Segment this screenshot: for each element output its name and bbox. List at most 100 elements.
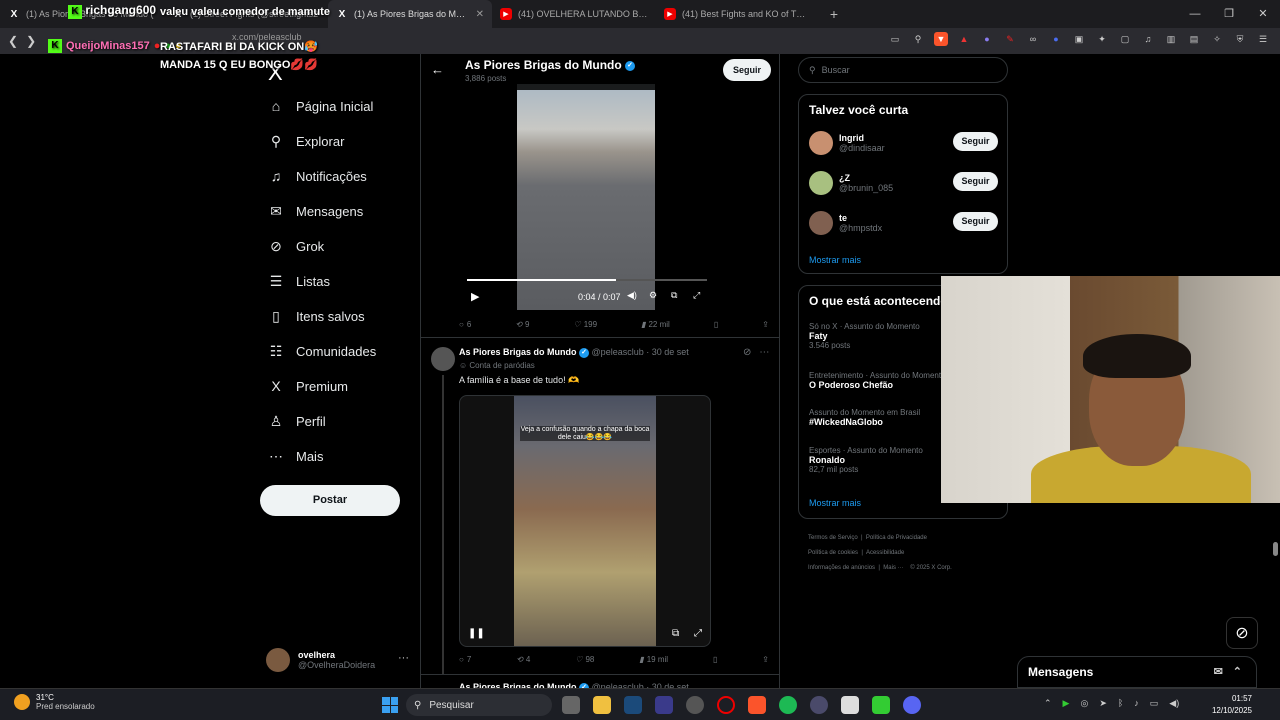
- sidebar-item-messages[interactable]: ✉ Mensagens: [268, 203, 363, 219]
- grok-floating-button[interactable]: ⊘: [1226, 617, 1258, 649]
- volume-icon[interactable]: ◀): [1169, 698, 1179, 709]
- volume-icon[interactable]: ◀): [627, 290, 637, 301]
- clock[interactable]: 01:57 12/10/2025: [1204, 693, 1252, 717]
- taskbar-search[interactable]: ⚲ Pesquisar: [406, 694, 552, 716]
- forward-icon[interactable]: ❯: [26, 34, 36, 48]
- reply-button[interactable]: ○ 6: [459, 320, 471, 329]
- avatar[interactable]: [431, 347, 455, 371]
- bookmark-button[interactable]: ▯: [713, 655, 717, 664]
- search-input[interactable]: ⚲ Buscar: [798, 57, 1008, 83]
- app-icon[interactable]: [872, 696, 890, 714]
- expand-icon[interactable]: ⌃: [1233, 665, 1242, 678]
- app-icon[interactable]: [655, 696, 673, 714]
- puzzle-icon[interactable]: ✦: [1095, 32, 1109, 46]
- bookmark-button[interactable]: ▯: [714, 320, 718, 329]
- ai-icon[interactable]: ✧: [1210, 32, 1224, 46]
- follow-button[interactable]: Seguir: [723, 59, 771, 81]
- play-icon[interactable]: ▶: [471, 290, 479, 303]
- new-tab-button[interactable]: +: [820, 6, 848, 22]
- sidebar-item-lists[interactable]: ☰ Listas: [268, 273, 330, 289]
- windows-start-icon[interactable]: [382, 697, 398, 713]
- pip-icon[interactable]: ⧉: [672, 628, 679, 639]
- sidebar-item-bookmarks[interactable]: ▯ Itens salvos: [268, 308, 365, 324]
- follow-button[interactable]: Seguir: [953, 132, 998, 151]
- file-icon[interactable]: [841, 696, 859, 714]
- bluetooth-icon[interactable]: ᛒ: [1118, 698, 1123, 709]
- messages-drawer[interactable]: Mensagens ✉ ⌃: [1017, 656, 1257, 688]
- more-icon[interactable]: ⋯: [759, 347, 769, 358]
- trend-item[interactable]: Esportes · Assunto do Momento Ronaldo 82…: [809, 446, 923, 474]
- app-tray-icon[interactable]: ➤: [1099, 698, 1107, 709]
- brave-icon[interactable]: [748, 696, 766, 714]
- repost-button[interactable]: ⟲ 9: [515, 320, 529, 329]
- screenshot-icon[interactable]: ▢: [1118, 32, 1132, 46]
- compose-message-icon[interactable]: ✉: [1214, 665, 1223, 678]
- fullscreen-icon[interactable]: ⤢: [693, 290, 700, 301]
- share-icon[interactable]: ⇪: [762, 320, 769, 329]
- grok-icon[interactable]: ⊘: [743, 347, 751, 358]
- pause-icon[interactable]: ❚❚: [468, 628, 485, 639]
- repost-button[interactable]: ⟲ 4: [516, 655, 530, 664]
- chevron-up-icon[interactable]: ⌃: [1044, 698, 1052, 709]
- show-more-link[interactable]: Mostrar mais: [809, 498, 861, 508]
- steam-icon[interactable]: [624, 696, 642, 714]
- app-icon[interactable]: [686, 696, 704, 714]
- spotify-icon[interactable]: [779, 696, 797, 714]
- sidebar-item-grok[interactable]: ⊘ Grok: [268, 238, 324, 254]
- cast-icon[interactable]: ▭: [888, 32, 902, 46]
- trend-item[interactable]: Entretenimento · Assunto do Momento O Po…: [809, 371, 946, 390]
- trend-item[interactable]: Assunto do Momento em Brasil #WickedNaGl…: [809, 408, 920, 427]
- maximize-icon[interactable]: ❐: [1212, 0, 1246, 28]
- app-tray-icon[interactable]: ◎: [1080, 698, 1088, 709]
- discord-icon[interactable]: [903, 696, 921, 714]
- extension-icon[interactable]: ▣: [1072, 32, 1086, 46]
- browser-tab-active[interactable]: X (1) As Piores Brigas do Mundo (@ ✕: [328, 0, 492, 28]
- suggestion-item[interactable]: ¿Z @brunin_085 Seguir: [809, 171, 999, 195]
- sidebar-icon[interactable]: ▥: [1164, 32, 1178, 46]
- scrollbar-thumb[interactable]: [1273, 542, 1278, 556]
- tweet-author[interactable]: As Piores Brigas do Mundo ✓ @peleasclub …: [459, 347, 689, 358]
- file-explorer-icon[interactable]: [593, 696, 611, 714]
- video-progress-bar[interactable]: [467, 279, 707, 281]
- sidebar-item-explore[interactable]: ⚲ Explorar: [268, 133, 345, 149]
- suggestion-item[interactable]: Ingrid @dindisaar Seguir: [809, 131, 999, 155]
- network-icon[interactable]: ▭: [1150, 698, 1159, 709]
- account-switcher[interactable]: ovelhera @OvelheraDoidera: [266, 648, 375, 672]
- extension-icon[interactable]: ∞: [1026, 32, 1040, 46]
- app-icon[interactable]: [810, 696, 828, 714]
- browser-tab[interactable]: ▶ (41) OVELHERA LUTANDO BOXE KKKK: [492, 0, 656, 28]
- mic-icon[interactable]: ♪: [1134, 698, 1139, 709]
- suggestion-item[interactable]: te @hmpstdx Seguir: [809, 211, 999, 235]
- back-icon[interactable]: ❮: [8, 34, 18, 48]
- close-window-icon[interactable]: ✕: [1246, 0, 1280, 28]
- video-player[interactable]: Veja a confusão quando a chapa da boca d…: [459, 395, 711, 647]
- menu-icon[interactable]: ☰: [1256, 32, 1270, 46]
- extension-icon[interactable]: ●: [980, 32, 994, 46]
- back-arrow-icon[interactable]: ←: [431, 62, 444, 77]
- app-tray-icon[interactable]: ▶: [1063, 698, 1070, 709]
- settings-icon[interactable]: ⚙: [649, 290, 657, 301]
- browser-tab[interactable]: ▶ (41) Best Fights and KO of TOP DOG: [656, 0, 820, 28]
- trend-item[interactable]: Só no X · Assunto do Momento Faty 3.546 …: [809, 322, 920, 350]
- video-player[interactable]: ▶ 0:04 / 0:07 ◀) ⚙ ⧉ ⤢: [465, 84, 713, 310]
- close-tab-icon[interactable]: ✕: [476, 9, 484, 20]
- pip-icon[interactable]: ⧉: [671, 290, 677, 301]
- media-icon[interactable]: ♫: [1141, 32, 1155, 46]
- zoom-icon[interactable]: ⚲: [911, 32, 925, 46]
- minimize-icon[interactable]: —: [1178, 0, 1212, 28]
- like-button[interactable]: ♡ 199: [574, 320, 598, 329]
- fullscreen-icon[interactable]: ⤢: [694, 628, 702, 639]
- extension-icon[interactable]: ●: [1049, 32, 1063, 46]
- reply-button[interactable]: ○ 7: [459, 655, 471, 664]
- vpn-icon[interactable]: ⛨: [1233, 32, 1247, 46]
- task-view-icon[interactable]: [562, 696, 580, 714]
- sidebar-item-more[interactable]: ⋯ Mais: [268, 448, 323, 464]
- sidebar-item-communities[interactable]: ☷ Comunidades: [268, 343, 377, 359]
- account-more-icon[interactable]: ···: [398, 652, 409, 664]
- views-button[interactable]: ▮ 19 mil: [639, 655, 668, 664]
- views-button[interactable]: ▮ 22 mil: [641, 320, 670, 329]
- brave-shield-icon[interactable]: ▼: [934, 32, 948, 46]
- sidebar-item-notifications[interactable]: ♫ Notificações: [268, 168, 367, 184]
- follow-button[interactable]: Seguir: [953, 172, 998, 191]
- opera-icon[interactable]: [717, 696, 735, 714]
